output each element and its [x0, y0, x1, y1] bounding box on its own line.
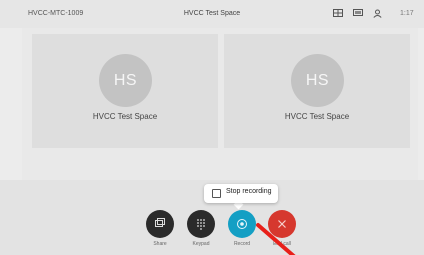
- keypad-button[interactable]: [187, 210, 215, 238]
- close-icon: [278, 220, 286, 228]
- record-button[interactable]: [228, 210, 256, 238]
- participant-tile[interactable]: HS HVCC Test Space: [224, 34, 410, 148]
- share-screen-icon: [155, 218, 165, 227]
- share-label: Share: [153, 241, 167, 247]
- stop-recording-checkbox[interactable]: [212, 189, 221, 198]
- keypad-icon: [197, 219, 205, 230]
- stop-recording-label[interactable]: Stop recording: [226, 188, 272, 195]
- participant-name: HVCC Test Space: [92, 112, 158, 121]
- call-timer: 1:17: [400, 10, 414, 17]
- avatar: HS: [99, 54, 152, 107]
- keypad-label: Keypad: [192, 241, 210, 247]
- avatar: HS: [291, 54, 344, 107]
- end-call-label: End call: [273, 241, 291, 247]
- screen-icon[interactable]: [353, 9, 363, 17]
- record-icon: [237, 219, 247, 229]
- top-bar: HVCC-MTC-1009 HVCC Test Space 1:17: [0, 0, 424, 28]
- share-button[interactable]: [146, 210, 174, 238]
- participants-icon[interactable]: [373, 9, 382, 18]
- layout-icon[interactable]: [333, 9, 343, 17]
- participant-name: HVCC Test Space: [284, 112, 350, 121]
- participant-tile[interactable]: HS HVCC Test Space: [32, 34, 218, 148]
- record-label: Record: [233, 241, 251, 247]
- end-call-button[interactable]: [268, 210, 296, 238]
- stop-recording-popover[interactable]: Stop recording: [204, 184, 278, 203]
